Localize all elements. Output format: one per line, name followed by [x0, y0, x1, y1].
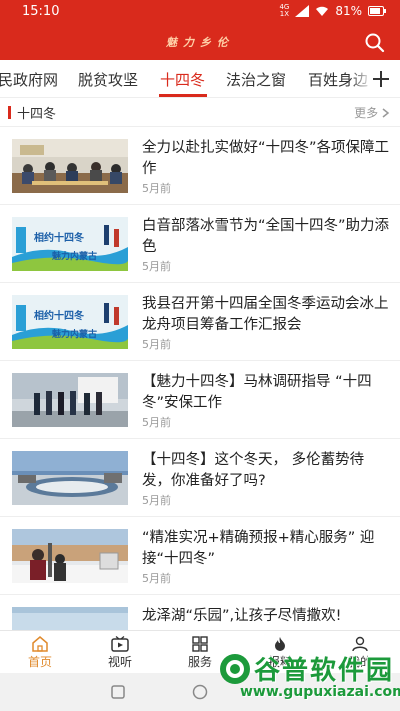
plus-icon: [373, 71, 389, 87]
status-time: 15:10: [22, 4, 60, 19]
article-list: 全力以赴扎实做好“十四冬”各项保障工作 5月前 相约十四冬 魅力内蒙古 白音部落…: [0, 126, 400, 672]
article-title: 龙泽湖“乐园”,让孩子尽情撒欢!: [142, 608, 342, 624]
app-header: 15:10 4G 1X 81% 魅力乡伦: [0, 0, 400, 60]
watermark-url: www.gupuxiazai.com: [240, 684, 400, 700]
poster-text-line1: 相约十四冬: [34, 231, 84, 244]
article-title: 白音部落冰雪节为“全国十四冬”助力添色: [142, 218, 390, 255]
article-item[interactable]: 相约十四冬 魅力内蒙古 白音部落冰雪节为“全国十四冬”助力添色 5月前: [0, 204, 400, 282]
grid-icon: [192, 636, 208, 652]
article-thumbnail: [12, 529, 128, 583]
add-channel-button[interactable]: [372, 66, 390, 94]
section-title: 十四冬: [17, 107, 57, 122]
circle-icon: [192, 684, 208, 700]
article-date: 5月前: [142, 338, 171, 351]
search-icon: [365, 33, 385, 53]
poster-text-line2: 魅力内蒙古: [52, 328, 97, 340]
article-title: 【十四冬】这个冬天， 多伦蓄势待发，你准备好了吗?: [142, 452, 365, 489]
category-tabs: 民政府网 脱贫攻坚 十四冬 法治之窗 百姓身边: [0, 60, 400, 98]
article-thumbnail: [12, 373, 128, 427]
poster-text-line2: 魅力内蒙古: [52, 250, 97, 262]
watermark-logo-icon: [220, 654, 250, 684]
section-header: 十四冬 更多: [0, 98, 400, 126]
article-thumbnail: [12, 451, 128, 505]
article-date: 5月前: [142, 182, 171, 195]
search-button[interactable]: [364, 32, 386, 54]
tab-home[interactable]: 首页: [10, 631, 70, 674]
tab-poverty-alleviation[interactable]: 脱贫攻坚: [78, 69, 138, 90]
tab-rule-of-law[interactable]: 法治之窗: [226, 69, 286, 90]
section-accent-bar: [8, 106, 11, 119]
tv-icon: [111, 636, 129, 652]
wifi-icon: [316, 6, 329, 16]
article-title: 全力以赴扎实做好“十四冬”各项保障工作: [142, 140, 390, 177]
network-type-bottom: 1X: [279, 10, 289, 18]
network-indicator: 4G 1X: [279, 4, 289, 18]
tab-fourteenth-winter-games[interactable]: 十四冬: [160, 69, 205, 90]
article-item[interactable]: 全力以赴扎实做好“十四冬”各项保障工作 5月前: [0, 126, 400, 204]
article-date: 5月前: [142, 416, 171, 429]
article-title: 【魅力十四冬】马林调研指导 “十四冬”安保工作: [142, 374, 372, 411]
watermark: 谷普软件园 www.gupuxiazai.com: [218, 650, 400, 706]
tab-label: 首页: [27, 655, 52, 669]
signal-icon: [295, 5, 310, 17]
article-item[interactable]: 【十四冬】这个冬天， 多伦蓄势待发，你准备好了吗? 5月前: [0, 438, 400, 516]
more-link[interactable]: 更多: [354, 104, 390, 121]
home-nav-button[interactable]: [192, 684, 208, 704]
tab-label: 视听: [107, 655, 132, 669]
article-item[interactable]: 【魅力十四冬】马林调研指导 “十四冬”安保工作 5月前: [0, 360, 400, 438]
article-thumbnail: 相约十四冬 魅力内蒙古: [12, 217, 128, 271]
poster-text-line1: 相约十四冬: [34, 309, 84, 322]
watermark-text: 谷普软件园: [254, 656, 395, 686]
recent-apps-button[interactable]: [110, 684, 126, 704]
tab-video[interactable]: 视听: [90, 631, 150, 674]
article-item[interactable]: “精准实况+精确预报+精心服务” 迎接“十四冬” 5月前: [0, 516, 400, 594]
tab-government[interactable]: 民政府网: [0, 69, 58, 90]
app-title: 魅力乡伦: [166, 36, 234, 49]
article-date: 5月前: [142, 494, 171, 507]
battery-level: 81%: [335, 4, 362, 18]
article-thumbnail: [12, 139, 128, 193]
article-title: “精准实况+精确预报+精心服务” 迎接“十四冬”: [142, 530, 375, 567]
article-date: 5月前: [142, 572, 171, 585]
status-icons: 4G 1X 81%: [279, 4, 386, 18]
more-label: 更多: [354, 106, 379, 120]
article-item[interactable]: 相约十四冬 魅力内蒙古 我县召开第十四届全国冬季运动会冰上龙舟项目筹备工作汇报会…: [0, 282, 400, 360]
square-icon: [111, 685, 125, 699]
active-tab-indicator: [159, 94, 207, 97]
status-bar: 15:10 4G 1X 81%: [0, 0, 400, 24]
article-thumbnail: 相约十四冬 魅力内蒙古: [12, 295, 128, 349]
article-title: 我县召开第十四届全国冬季运动会冰上龙舟项目筹备工作汇报会: [142, 296, 389, 333]
chevron-right-icon: [382, 108, 390, 118]
article-date: 5月前: [142, 260, 171, 273]
home-icon: [32, 636, 48, 652]
battery-icon: [368, 6, 386, 16]
